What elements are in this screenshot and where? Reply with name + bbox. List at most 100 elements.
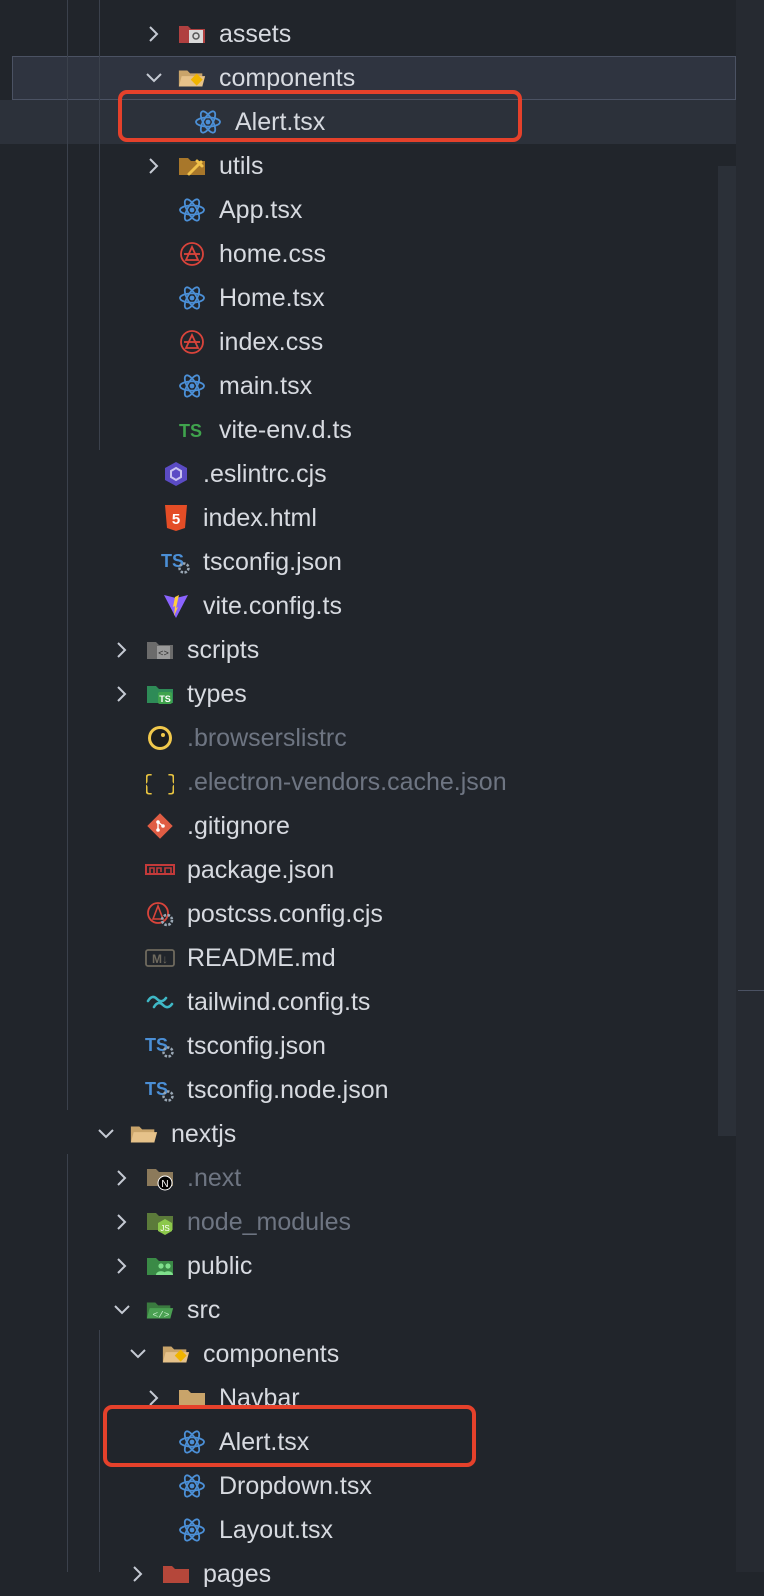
item-label: types: [187, 680, 247, 708]
item-label: vite.config.ts: [203, 592, 342, 620]
folder-row[interactable]: nextjs: [0, 1112, 736, 1156]
folder-row[interactable]: JS node_modules: [0, 1200, 736, 1244]
folder-row[interactable]: <> scripts: [0, 628, 736, 672]
chevron-right-icon[interactable]: [112, 1256, 132, 1276]
next-folder-icon: N: [145, 1165, 175, 1191]
chevron-down-icon[interactable]: [144, 68, 164, 88]
svg-text:</>: </>: [153, 1310, 170, 1321]
public-folder-icon: [145, 1253, 175, 1279]
npm-icon: [145, 857, 175, 883]
chevron-right-icon[interactable]: [112, 640, 132, 660]
types-folder-icon: TS: [145, 681, 175, 707]
file-row[interactable]: M↓ README.md: [0, 936, 736, 980]
file-row[interactable]: vite.config.ts: [0, 584, 736, 628]
item-label: package.json: [187, 856, 335, 884]
item-label: public: [187, 1252, 253, 1280]
explorer-scrollbar-track[interactable]: [736, 0, 764, 1572]
item-label: src: [187, 1296, 221, 1324]
assets-folder-icon: [177, 21, 207, 47]
item-label: tailwind.config.ts: [187, 988, 371, 1016]
file-row[interactable]: App.tsx: [0, 188, 736, 232]
tailwind-icon: [145, 989, 175, 1015]
folder-row[interactable]: components: [0, 1332, 736, 1376]
file-row[interactable]: Layout.tsx: [0, 1508, 736, 1552]
file-row[interactable]: TS tsconfig.json: [0, 1024, 736, 1068]
folder-open-icon: [129, 1121, 159, 1147]
chevron-down-icon[interactable]: [128, 1344, 148, 1364]
file-row[interactable]: .gitignore: [0, 804, 736, 848]
item-label: components: [219, 64, 356, 92]
chevron-right-icon[interactable]: [144, 24, 164, 44]
file-explorer-tree: assets components Alert.tsx utils App.tsx hom…: [0, 0, 764, 1588]
react-icon: [177, 373, 207, 399]
svg-text:JS: JS: [160, 1224, 169, 1233]
folder-row[interactable]: assets: [0, 12, 736, 56]
item-label: Home.tsx: [219, 284, 325, 312]
file-row[interactable]: .browserslistrc: [0, 716, 736, 760]
folder-row[interactable]: pages: [0, 1552, 736, 1596]
file-row[interactable]: package.json: [0, 848, 736, 892]
html5-icon: 5: [161, 505, 191, 531]
item-label: .gitignore: [187, 812, 290, 840]
item-label: home.css: [219, 240, 326, 268]
item-label: tsconfig.json: [187, 1032, 326, 1060]
highlight-annotation-box: [103, 1405, 476, 1467]
highlight-annotation-box: [118, 90, 522, 142]
browserslist-icon: [145, 725, 175, 751]
file-row[interactable]: Home.tsx: [0, 276, 736, 320]
file-row[interactable]: index.css: [0, 320, 736, 364]
item-label: Dropdown.tsx: [219, 1472, 372, 1500]
folder-row[interactable]: TS types: [0, 672, 736, 716]
chevron-right-icon[interactable]: [112, 1168, 132, 1188]
typescript-icon: TS: [177, 417, 207, 443]
chevron-right-icon[interactable]: [128, 1564, 148, 1584]
src-folder-icon: </>: [145, 1297, 175, 1323]
folder-row[interactable]: public: [0, 1244, 736, 1288]
file-row[interactable]: TS tsconfig.node.json: [0, 1068, 736, 1112]
file-row[interactable]: 5 index.html: [0, 496, 736, 540]
svg-text:TS: TS: [179, 421, 202, 441]
item-label: README.md: [187, 944, 336, 972]
pages-folder-icon: [161, 1561, 191, 1587]
json-braces-icon: { }: [145, 769, 175, 795]
tsconfig-icon: TS: [145, 1033, 175, 1059]
item-label: tsconfig.node.json: [187, 1076, 389, 1104]
components-folder-icon: [177, 65, 207, 91]
chevron-right-icon[interactable]: [112, 684, 132, 704]
folder-row[interactable]: </> src: [0, 1288, 736, 1332]
file-row[interactable]: TS vite-env.d.ts: [0, 408, 736, 452]
item-label: vite-env.d.ts: [219, 416, 352, 444]
file-row[interactable]: { } .electron-vendors.cache.json: [0, 760, 736, 804]
file-row[interactable]: home.css: [0, 232, 736, 276]
tsconfig-icon: TS: [145, 1077, 175, 1103]
file-row[interactable]: tailwind.config.ts: [0, 980, 736, 1024]
file-row[interactable]: postcss.config.cjs: [0, 892, 736, 936]
scripts-folder-icon: <>: [145, 637, 175, 663]
file-row[interactable]: .eslintrc.cjs: [0, 452, 736, 496]
svg-text:{ }: { }: [146, 772, 174, 795]
item-label: tsconfig.json: [203, 548, 342, 576]
folder-row[interactable]: utils: [0, 144, 736, 188]
folder-row[interactable]: N .next: [0, 1156, 736, 1200]
item-label: .electron-vendors.cache.json: [187, 768, 507, 796]
item-label: .next: [187, 1164, 242, 1192]
item-label: .browserslistrc: [187, 724, 347, 752]
chevron-down-icon[interactable]: [112, 1300, 132, 1320]
chevron-down-icon[interactable]: [96, 1124, 116, 1144]
file-row[interactable]: TS tsconfig.json: [0, 540, 736, 584]
vite-icon: [161, 593, 191, 619]
file-row[interactable]: Dropdown.tsx: [0, 1464, 736, 1508]
file-row[interactable]: main.tsx: [0, 364, 736, 408]
explorer-scrollbar-thumb[interactable]: [718, 166, 736, 1136]
markdown-icon: M↓: [145, 945, 175, 971]
indent-guide: [67, 1154, 68, 1572]
indent-guide: [99, 1330, 100, 1572]
chevron-right-icon[interactable]: [144, 156, 164, 176]
svg-text:TS: TS: [159, 694, 171, 704]
item-label: pages: [203, 1560, 272, 1588]
svg-text:<>: <>: [158, 649, 169, 659]
chevron-right-icon[interactable]: [112, 1212, 132, 1232]
item-label: assets: [219, 20, 292, 48]
components-folder-icon: [161, 1341, 191, 1367]
item-label: node_modules: [187, 1208, 352, 1236]
